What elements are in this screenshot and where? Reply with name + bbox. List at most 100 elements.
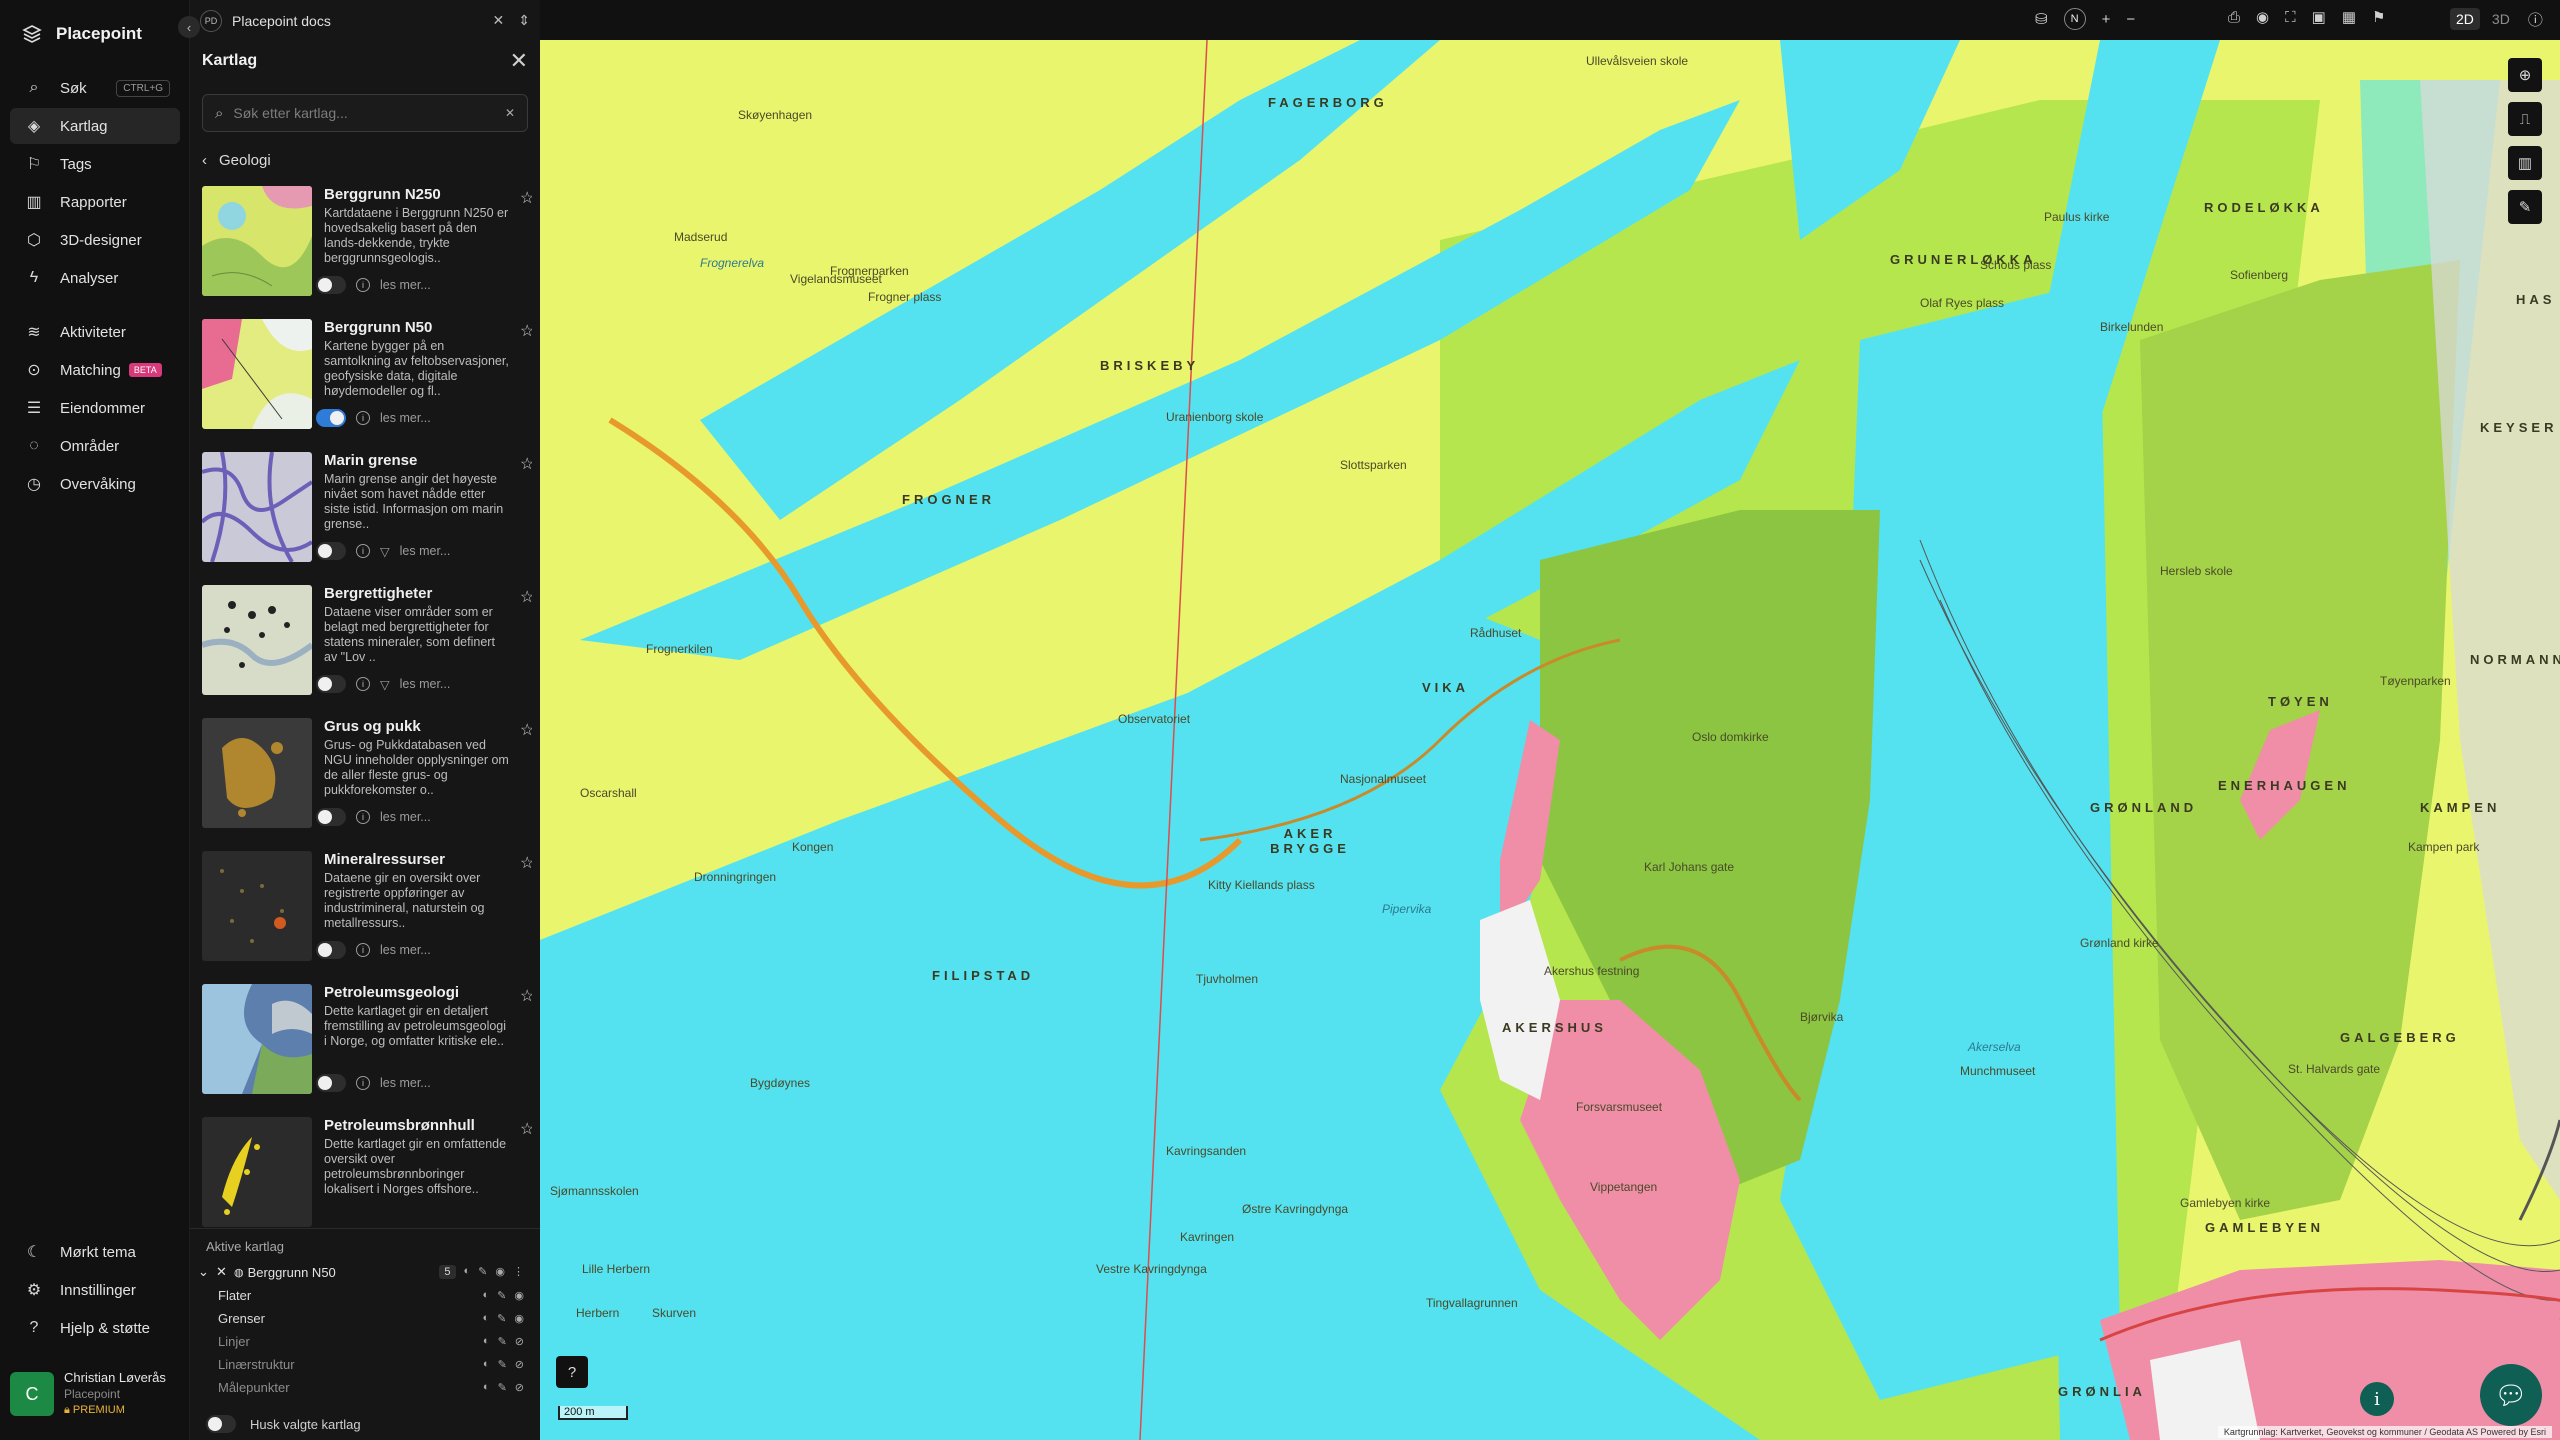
dark-theme-toggle[interactable]: ☾ Mørkt tema <box>10 1234 180 1270</box>
more-options-icon[interactable]: ⋮ <box>513 1265 524 1279</box>
favorite-star-icon[interactable]: ☆ <box>520 454 532 474</box>
expand-icon[interactable]: ⇕ <box>518 12 530 29</box>
edit-icon[interactable]: ✎ <box>498 1381 507 1394</box>
info-icon[interactable]: i <box>356 943 370 957</box>
info-icon[interactable]: i <box>356 411 370 425</box>
info-icon[interactable]: i <box>356 278 370 292</box>
nav-item-overvaking[interactable]: ◷ Overvåking <box>10 466 180 502</box>
nav-item-matching[interactable]: ⊙ Matching BETA <box>10 352 180 388</box>
bookmark-icon[interactable]: ⚑ <box>2372 8 2385 26</box>
read-more-link[interactable]: les mer... <box>380 943 431 957</box>
breadcrumb[interactable]: ‹ Geologi <box>202 148 271 172</box>
layer-item[interactable]: Grus og pukk Grus- og Pukkdatabasen ved … <box>202 716 532 849</box>
map-canvas[interactable]: FAGERBORG BRISKEBY FROGNER AKER BRYGGE F… <box>540 40 2560 1440</box>
filter-icon[interactable]: ▽ <box>380 544 390 559</box>
info-icon[interactable]: i <box>356 1076 370 1090</box>
fullscreen-icon[interactable]: ⛶ <box>2285 9 2296 26</box>
read-more-link[interactable]: les mer... <box>380 1076 431 1090</box>
favorite-star-icon[interactable]: ☆ <box>520 720 532 740</box>
sublayer-row[interactable]: Linærstruktur ◐ ✎ ⊘ <box>218 1353 532 1375</box>
close-panel-icon[interactable]: ✕ <box>510 48 528 74</box>
visibility-eye-icon[interactable]: ◉ <box>495 1265 505 1279</box>
nav-item-analyser[interactable]: ϟ Analyser <box>10 260 180 296</box>
visibility-eye-icon[interactable]: ◉ <box>514 1289 524 1302</box>
opacity-icon[interactable]: ◐ <box>464 1265 471 1279</box>
close-document-icon[interactable]: ✕ <box>493 12 505 29</box>
layer-item[interactable]: Berggrunn N250 Kartdataene i Berggrunn N… <box>202 184 532 317</box>
sublayer-row[interactable]: Grenser ◐ ✎ ◉ <box>218 1307 532 1329</box>
filter-icon[interactable]: ▽ <box>380 677 390 692</box>
nav-item-search[interactable]: ⌕ Søk CTRL+G <box>10 70 180 106</box>
layer-toggle[interactable] <box>316 542 346 560</box>
mode-3d-button[interactable]: 3D <box>2486 8 2516 30</box>
camera-icon[interactable]: ▣ <box>2312 8 2326 26</box>
favorite-star-icon[interactable]: ☆ <box>520 587 532 607</box>
remove-layer-icon[interactable]: ✕ <box>216 1264 230 1280</box>
clear-search-icon[interactable]: ✕ <box>505 106 515 120</box>
document-tab[interactable]: PD Placepoint docs ✕ ⇕ <box>200 8 530 34</box>
layer-toggle[interactable] <box>316 409 346 427</box>
nav-item-settings[interactable]: ⚙ Innstillinger <box>10 1272 180 1308</box>
hidden-eye-icon[interactable]: ⊘ <box>515 1335 524 1348</box>
chart-tool-button[interactable]: ▥ <box>2508 146 2542 180</box>
layer-item[interactable]: Petroleumsbrønnhull Dette kartlaget gir … <box>202 1115 532 1228</box>
eye-icon[interactable]: ◉ <box>2256 8 2269 26</box>
layer-item[interactable]: Berggrunn N50 Kartene bygger på en samto… <box>202 317 532 450</box>
layer-toggle[interactable] <box>316 808 346 826</box>
read-more-link[interactable]: les mer... <box>400 677 451 691</box>
layer-item[interactable]: Bergrettigheter Dataene viser områder so… <box>202 583 532 716</box>
favorite-star-icon[interactable]: ☆ <box>520 1119 532 1139</box>
edit-icon[interactable]: ✎ <box>498 1358 507 1371</box>
nav-item-kartlag[interactable]: ◈ Kartlag <box>10 108 180 144</box>
sublayer-row[interactable]: Målepunkter ◐ ✎ ⊘ <box>218 1376 532 1398</box>
collapse-sidebar-button[interactable]: ‹ <box>178 16 200 38</box>
layer-toggle[interactable] <box>316 941 346 959</box>
info-icon[interactable]: i <box>356 677 370 691</box>
read-more-link[interactable]: les mer... <box>380 810 431 824</box>
sublayer-row[interactable]: Linjer ◐ ✎ ⊘ <box>218 1330 532 1352</box>
chevron-down-icon[interactable]: ⌄ <box>198 1264 212 1280</box>
print-icon[interactable]: ⎙ <box>2228 9 2240 26</box>
opacity-icon[interactable]: ◐ <box>483 1381 490 1394</box>
remember-layers[interactable]: Husk valgte kartlag <box>206 1415 361 1433</box>
favorite-star-icon[interactable]: ☆ <box>520 321 532 341</box>
hidden-eye-icon[interactable]: ⊘ <box>515 1381 524 1394</box>
favorite-star-icon[interactable]: ☆ <box>520 986 532 1006</box>
read-more-link[interactable]: les mer... <box>400 544 451 558</box>
layer-item[interactable]: Mineralressurser Dataene gir en oversikt… <box>202 849 532 982</box>
opacity-icon[interactable]: ◐ <box>483 1335 490 1348</box>
layer-toggle[interactable] <box>316 675 346 693</box>
read-more-link[interactable]: les mer... <box>380 278 431 292</box>
edit-icon[interactable]: ✎ <box>478 1265 487 1279</box>
select-tool-button[interactable]: ⊕ <box>2508 58 2542 92</box>
visibility-eye-icon[interactable]: ◉ <box>514 1312 524 1325</box>
mode-2d-button[interactable]: 2D <box>2450 8 2480 30</box>
layer-toggle[interactable] <box>316 276 346 294</box>
favorite-star-icon[interactable]: ☆ <box>520 853 532 873</box>
zoom-out-icon[interactable]: − <box>2126 11 2135 28</box>
active-layer-row[interactable]: ⌄ ✕ ◍ Berggrunn N50 5 ◐ ✎ ◉ ⋮ <box>198 1261 532 1283</box>
nav-item-tags[interactable]: ⚐ Tags <box>10 146 180 182</box>
nav-item-eiendommer[interactable]: ☰ Eiendommer <box>10 390 180 426</box>
edit-icon[interactable]: ✎ <box>498 1335 507 1348</box>
nav-item-rapporter[interactable]: ▥ Rapporter <box>10 184 180 220</box>
sublayer-row[interactable]: Flater ◐ ✎ ◉ <box>218 1284 532 1306</box>
hidden-eye-icon[interactable]: ⊘ <box>515 1358 524 1371</box>
edit-icon[interactable]: ✎ <box>497 1289 506 1302</box>
edit-icon[interactable]: ✎ <box>497 1312 506 1325</box>
nav-item-aktiviteter[interactable]: ≋ Aktiviteter <box>10 314 180 350</box>
read-more-link[interactable]: les mer... <box>380 411 431 425</box>
user-card[interactable]: C Christian Løverås Placepoint 🔒︎ PREMIU… <box>10 1366 182 1422</box>
nav-item-3d-designer[interactable]: ⬡ 3D-designer <box>10 222 180 258</box>
zoom-in-icon[interactable]: + <box>2102 11 2111 28</box>
measure-tool-button[interactable]: ⎍ <box>2508 102 2542 136</box>
nav-item-help[interactable]: ? Hjelp & støtte <box>10 1310 180 1346</box>
chat-button[interactable]: 💬︎ <box>2480 1364 2542 1426</box>
compass-icon[interactable]: N <box>2063 8 2086 30</box>
layer-search-input[interactable] <box>233 105 495 121</box>
info-icon[interactable]: ⓘ <box>2528 9 2543 30</box>
map-info-button[interactable]: i <box>2360 1382 2394 1416</box>
remember-toggle[interactable] <box>206 1415 236 1433</box>
info-icon[interactable]: i <box>356 810 370 824</box>
draw-tool-button[interactable]: ✎ <box>2508 190 2542 224</box>
